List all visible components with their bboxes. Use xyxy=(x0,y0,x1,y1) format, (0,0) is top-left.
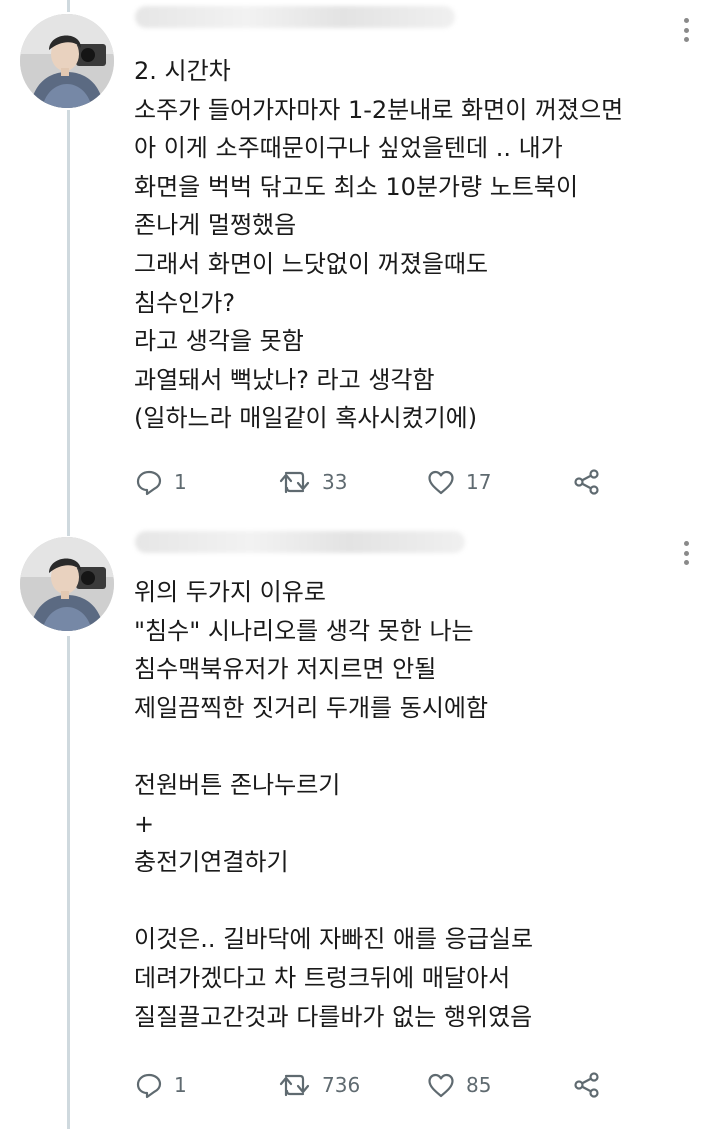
tweet-text-line: 아 이게 소주때문이구나 싶었을텐데 .. 내가 xyxy=(134,134,563,163)
tweet-text-line: 화면을 벅벅 닦고도 최소 10분가량 노트북이 xyxy=(134,172,579,201)
like-icon xyxy=(428,1073,454,1098)
reply-button[interactable]: 1 xyxy=(134,1067,187,1103)
retweet-button[interactable]: 736 xyxy=(278,1067,360,1103)
tweet-text-line: 제일끔찍한 짓거리 두개를 동시에함 xyxy=(134,693,489,722)
retweet-icon xyxy=(279,1074,310,1097)
like-count: 17 xyxy=(466,470,492,494)
tweet-text-line: (일하느라 매일같이 혹사시켰기에) xyxy=(134,404,478,433)
reply-count: 1 xyxy=(174,1073,187,1097)
reply-icon xyxy=(136,470,162,496)
author-name-blurred xyxy=(135,531,465,553)
tweet-text-line: 충전기연결하기 xyxy=(134,848,289,877)
tweet-text-line: 2. 시간차 xyxy=(134,57,231,85)
reply-icon xyxy=(136,1073,162,1099)
reply-count: 1 xyxy=(174,470,187,494)
share-button[interactable] xyxy=(572,1067,602,1103)
tweet-text-line: 이것은.. 길바닥에 자빠진 애를 응급실로 xyxy=(134,925,534,954)
tweet-2[interactable]: 위의 두가지 이유로 "침수" 시나리오를 생각 못한 나는 침수맥북유저가 저… xyxy=(0,525,720,1129)
tweet-1[interactable]: 2. 시간차 소주가 들어가자마자 1-2분내로 화면이 꺼졌으면 아 이게 소… xyxy=(0,0,720,520)
tweet-text-line: 위의 두가지 이유로 xyxy=(134,578,326,606)
tweet-text-line: "침수" 시나리오를 생각 못한 나는 xyxy=(134,616,474,645)
share-icon xyxy=(574,1072,599,1098)
avatar[interactable] xyxy=(20,537,114,631)
avatar[interactable] xyxy=(20,14,114,108)
tweet-text-line: 침수맥북유저가 저지르면 안될 xyxy=(134,655,437,684)
author-name-blurred xyxy=(135,6,455,28)
tweet-text: 위의 두가지 이유로 "침수" 시나리오를 생각 못한 나는 침수맥북유저가 저… xyxy=(134,573,702,1036)
tweet-text-line xyxy=(134,882,702,921)
tweet-text: 2. 시간차 소주가 들어가자마자 1-2분내로 화면이 꺼졌으면 아 이게 소… xyxy=(134,52,702,438)
reply-button[interactable]: 1 xyxy=(134,464,187,500)
tweet-text-line: 그래서 화면이 느닷없이 꺼졌을때도 xyxy=(134,249,489,278)
tweet-text-line: + xyxy=(134,809,155,838)
tweet-text-line: 침수인가? xyxy=(134,288,236,317)
tweet-actions: 1 736 85 xyxy=(134,1067,614,1103)
tweet-text-line: 라고 생각을 못함 xyxy=(134,327,304,356)
tweet-text-line: 전원버튼 존나누르기 xyxy=(134,770,341,799)
tweet-text-line: 존나게 멀쩡했음 xyxy=(134,211,297,240)
tweet-text-line xyxy=(134,727,702,766)
avatar-photo xyxy=(20,537,114,631)
like-icon xyxy=(428,470,454,495)
avatar-photo xyxy=(20,14,114,108)
retweet-button[interactable]: 33 xyxy=(278,464,347,500)
like-button[interactable]: 85 xyxy=(426,1067,491,1103)
tweet-text-line: 질질끌고간것과 다를바가 없는 행위였음 xyxy=(134,1002,533,1031)
retweet-count: 33 xyxy=(322,470,348,494)
like-count: 85 xyxy=(466,1073,492,1097)
more-icon[interactable] xyxy=(678,539,694,567)
retweet-count: 736 xyxy=(322,1073,361,1097)
retweet-icon xyxy=(279,471,310,494)
like-button[interactable]: 17 xyxy=(426,464,491,500)
more-icon[interactable] xyxy=(678,16,694,44)
share-icon xyxy=(574,469,599,495)
tweet-text-line: 과열돼서 뻑났나? 라고 생각함 xyxy=(134,365,435,394)
tweet-actions: 1 33 17 xyxy=(134,464,614,500)
share-button[interactable] xyxy=(572,464,602,500)
tweet-text-line: 데려가겠다고 차 트렁크뒤에 매달아서 xyxy=(134,963,511,992)
tweet-text-line: 소주가 들어가자마자 1-2분내로 화면이 꺼졌으면 xyxy=(134,95,624,124)
